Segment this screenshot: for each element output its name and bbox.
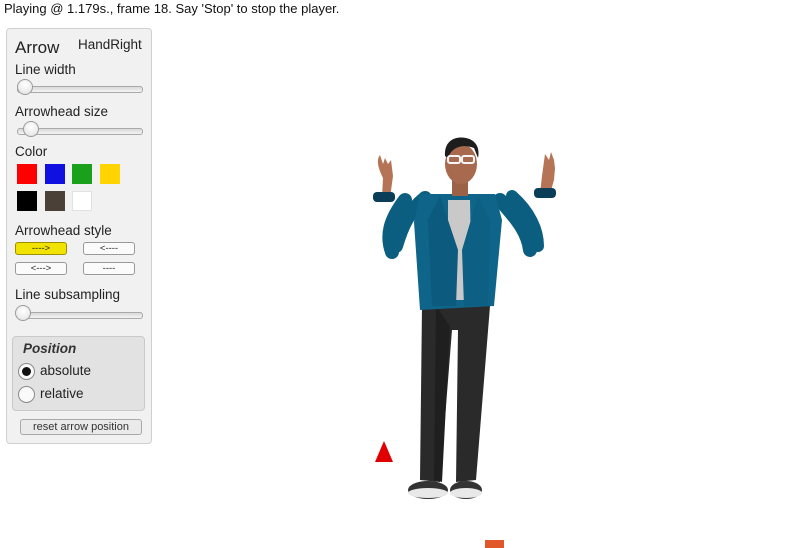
line-width-label: Line width bbox=[15, 62, 76, 77]
left-shoe-sole bbox=[408, 488, 448, 498]
radio-selected-dot bbox=[22, 367, 31, 376]
joint-target-label: HandRight bbox=[78, 37, 142, 52]
panel-title: Arrow bbox=[15, 38, 60, 57]
radio-relative-label[interactable]: relative bbox=[40, 386, 84, 401]
arrowhead-size-label: Arrowhead size bbox=[15, 104, 109, 119]
right-cuff bbox=[534, 188, 556, 198]
style-button-both[interactable]: <---> bbox=[15, 262, 67, 275]
slider-knob[interactable] bbox=[15, 305, 31, 321]
style-button-left[interactable]: <---- bbox=[83, 242, 135, 255]
slider-knob[interactable] bbox=[17, 79, 33, 95]
line-subsampling-label: Line subsampling bbox=[15, 287, 121, 302]
color-swatch-blue[interactable] bbox=[45, 164, 65, 184]
radio-absolute[interactable] bbox=[18, 363, 35, 380]
line-width-slider[interactable] bbox=[15, 79, 143, 95]
color-swatch-black[interactable] bbox=[17, 191, 37, 211]
line-subsampling-slider[interactable] bbox=[15, 305, 143, 321]
color-swatch-green[interactable] bbox=[72, 164, 92, 184]
color-swatch-white[interactable] bbox=[72, 191, 92, 211]
radio-absolute-label[interactable]: absolute bbox=[40, 363, 91, 378]
ground-marker bbox=[485, 540, 504, 548]
arrow-marker-icon bbox=[375, 441, 393, 462]
right-shoe-sole bbox=[450, 488, 482, 498]
radio-relative[interactable] bbox=[18, 386, 35, 403]
arrowhead-size-slider[interactable] bbox=[15, 121, 143, 137]
left-cuff bbox=[373, 192, 395, 202]
color-label: Color bbox=[15, 144, 48, 159]
style-button-none[interactable]: ---- bbox=[83, 262, 135, 275]
arrow-panel: Arrow HandRight Line width Arrowhead siz… bbox=[6, 28, 152, 444]
style-button-right[interactable]: ----> bbox=[15, 242, 67, 255]
position-title: Position bbox=[23, 341, 77, 356]
slider-track bbox=[17, 312, 143, 319]
arrowhead-style-label: Arrowhead style bbox=[15, 223, 112, 238]
avatar-figure bbox=[373, 137, 556, 499]
color-swatch-yellow[interactable] bbox=[100, 164, 120, 184]
color-swatch-red[interactable] bbox=[17, 164, 37, 184]
slider-knob[interactable] bbox=[23, 121, 39, 137]
position-group: Position absolute relative bbox=[12, 336, 145, 411]
slider-track bbox=[17, 86, 143, 93]
right-hand bbox=[540, 152, 555, 194]
trousers bbox=[420, 306, 490, 482]
trouser-shade bbox=[434, 306, 450, 482]
color-swatch-brown[interactable] bbox=[45, 191, 65, 211]
status-text: Playing @ 1.179s., frame 18. Say 'Stop' … bbox=[4, 1, 340, 16]
left-hand bbox=[377, 155, 393, 198]
reset-arrow-position-button[interactable]: reset arrow position bbox=[20, 419, 142, 435]
